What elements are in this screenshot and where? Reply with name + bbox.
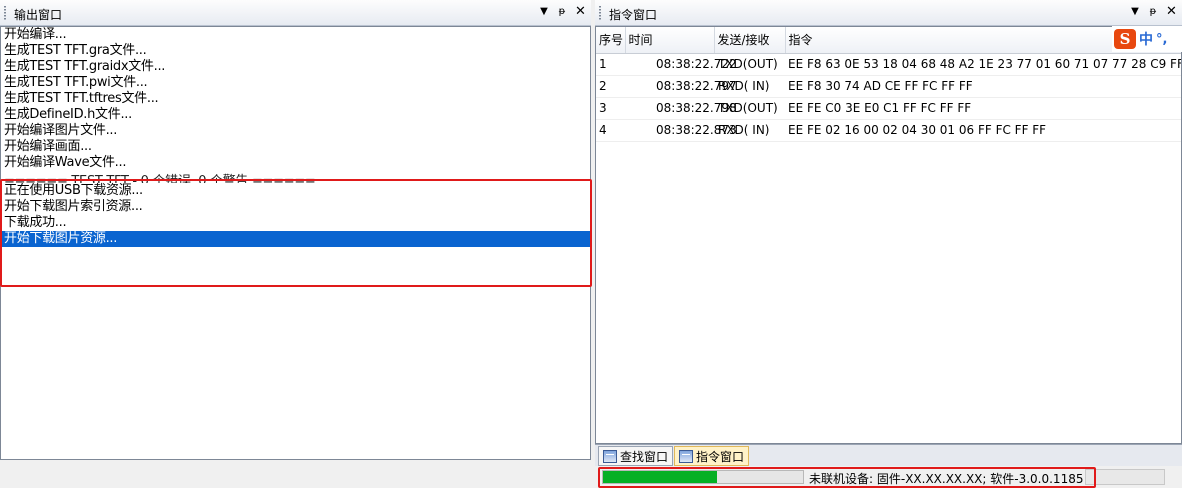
log-line: 开始编译Wave文件... xyxy=(4,155,127,170)
log-line: 下载成功... xyxy=(4,215,67,230)
device-status-text: 未联机设备: 固件-XX.XX.XX.XX; 软件-3.0.0.1185 xyxy=(809,472,1084,486)
table-row[interactable]: 2 08:38:22.797 RXD( IN) EE F8 30 74 AD C… xyxy=(596,75,1181,98)
cell-index: 4 xyxy=(596,119,625,142)
close-icon[interactable]: ✕ xyxy=(1166,5,1177,19)
log-line: 开始编译... xyxy=(4,27,67,42)
cell-direction: RXD( IN) xyxy=(714,119,785,142)
column-header-time[interactable]: 时间 xyxy=(625,27,715,54)
log-line: 开始下载图片索引资源... xyxy=(4,199,143,214)
log-line: 生成TEST TFT.graidx文件... xyxy=(4,59,166,74)
cell-command: EE F8 63 0E 53 18 04 68 48 A2 1E 23 77 0… xyxy=(785,53,1181,76)
download-progress-bar xyxy=(602,470,804,484)
log-line-selected[interactable]: 开始下载图片资源... xyxy=(1,231,590,247)
command-table: 序号 时间 发送/接收 指令 1 08:38:22.722 TXD(OUT) E… xyxy=(596,27,1181,142)
cell-direction: RXD( IN) xyxy=(714,75,785,98)
column-header-direction[interactable]: 发送/接收 xyxy=(714,27,786,54)
pin-icon[interactable]: ᵽ xyxy=(557,5,567,19)
cell-direction: TXD(OUT) xyxy=(714,97,785,120)
log-line: 开始编译图片文件... xyxy=(4,123,118,138)
table-row[interactable]: 1 08:38:22.722 TXD(OUT) EE F8 63 0E 53 1… xyxy=(596,53,1181,76)
tab-find-window[interactable]: 查找窗口 xyxy=(598,446,674,466)
output-pane: 输出窗口 ▼ ᵽ ✕ 开始编译... 生成TEST TFT.gra文件... 生… xyxy=(0,0,592,460)
log-line-summary: ====== TEST TFT - 0 个错误, 0 个警告 ====== xyxy=(4,174,316,183)
log-line: 生成TEST TFT.tftres文件... xyxy=(4,91,159,106)
log-line: 正在使用USB下载资源... xyxy=(4,183,143,198)
log-line: 开始编译画面... xyxy=(4,139,92,154)
cell-time: 08:38:22.798 xyxy=(625,97,737,120)
tab-label: 指令窗口 xyxy=(696,449,745,464)
output-pane-title: 输出窗口 xyxy=(14,8,63,22)
command-pane-header[interactable]: 指令窗口 ▼ ᵽ ✕ xyxy=(595,0,1182,26)
output-log[interactable]: 开始编译... 生成TEST TFT.gra文件... 生成TEST TFT.g… xyxy=(0,26,591,460)
cell-direction: TXD(OUT) xyxy=(714,53,785,76)
drag-grip-icon[interactable] xyxy=(4,6,6,21)
ime-punct-label: °, xyxy=(1156,31,1168,47)
command-pane-title: 指令窗口 xyxy=(609,8,658,22)
cell-command: EE FE 02 16 00 02 04 30 01 06 FF FC FF F… xyxy=(785,119,1181,142)
left-bottom-blank xyxy=(0,460,591,488)
dropdown-arrow-icon[interactable]: ▼ xyxy=(1130,5,1140,19)
tab-command-window[interactable]: 指令窗口 xyxy=(674,446,750,466)
cell-command: EE FE C0 3E E0 C1 FF FC FF FF xyxy=(785,97,1181,120)
cell-index: 3 xyxy=(596,97,625,120)
dropdown-arrow-icon[interactable]: ▼ xyxy=(539,5,549,19)
output-pane-header[interactable]: 输出窗口 ▼ ᵽ ✕ xyxy=(0,0,591,26)
window-icon xyxy=(603,449,617,463)
cell-time: 08:38:22.873 xyxy=(625,119,737,142)
window-icon xyxy=(679,449,693,463)
status-bar: 未联机设备: 固件-XX.XX.XX.XX; 软件-3.0.0.1185 xyxy=(595,466,1182,488)
table-row[interactable]: 4 08:38:22.873 RXD( IN) EE FE 02 16 00 0… xyxy=(596,119,1181,142)
sogou-ime-icon: S xyxy=(1114,29,1136,49)
cell-index: 2 xyxy=(596,75,625,98)
log-line: 生成DefineID.h文件... xyxy=(4,107,132,122)
log-line: 生成TEST TFT.pwi文件... xyxy=(4,75,148,90)
status-panel xyxy=(1085,469,1165,485)
ime-indicator[interactable]: S 中 °, xyxy=(1112,26,1182,52)
command-pane: 指令窗口 ▼ ᵽ ✕ 序号 时间 发送/接收 指令 1 08:38:22.722… xyxy=(595,0,1182,488)
log-line: 生成TEST TFT.gra文件... xyxy=(4,43,147,58)
column-header-index[interactable]: 序号 xyxy=(596,27,626,54)
pin-icon[interactable]: ᵽ xyxy=(1148,5,1158,19)
tab-label: 查找窗口 xyxy=(620,449,669,464)
drag-grip-icon[interactable] xyxy=(599,6,601,21)
cell-command: EE F8 30 74 AD CE FF FC FF FF xyxy=(785,75,1181,98)
bottom-tab-strip: 查找窗口 指令窗口 xyxy=(595,444,1182,466)
ime-mode-label: 中 xyxy=(1139,32,1153,48)
cell-index: 1 xyxy=(596,53,625,76)
progress-fill xyxy=(603,471,717,483)
command-table-area[interactable]: 序号 时间 发送/接收 指令 1 08:38:22.722 TXD(OUT) E… xyxy=(595,26,1182,444)
close-icon[interactable]: ✕ xyxy=(575,5,586,19)
cell-time: 08:38:22.722 xyxy=(625,53,737,76)
table-row[interactable]: 3 08:38:22.798 TXD(OUT) EE FE C0 3E E0 C… xyxy=(596,97,1181,120)
cell-time: 08:38:22.797 xyxy=(625,75,737,98)
